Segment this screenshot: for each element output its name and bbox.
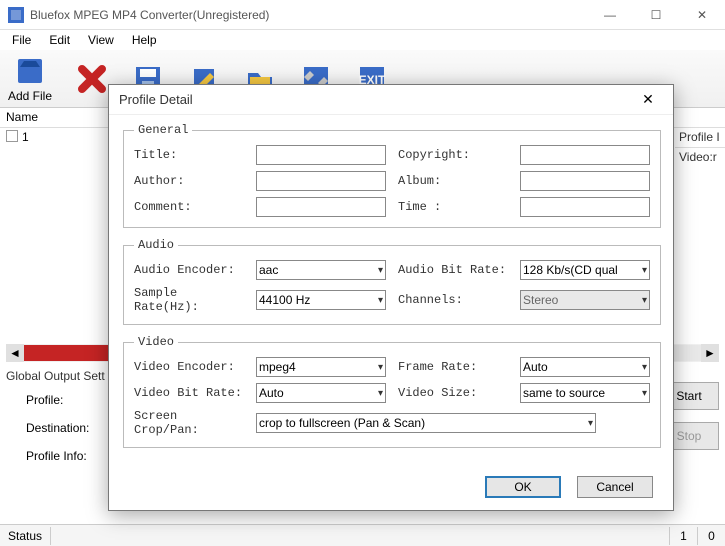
title-label: Title: <box>134 148 244 162</box>
cancel-button[interactable]: Cancel <box>577 476 653 498</box>
frame-rate-select[interactable]: Auto▾ <box>520 357 650 377</box>
chevron-down-icon: ▾ <box>642 388 647 399</box>
copyright-field[interactable] <box>520 145 650 165</box>
copyright-label: Copyright: <box>398 148 508 162</box>
title-field[interactable] <box>256 145 386 165</box>
chevron-down-icon: ▾ <box>642 265 647 276</box>
time-label: Time : <box>398 200 508 214</box>
chevron-down-icon: ▾ <box>378 265 383 276</box>
album-field[interactable] <box>520 171 650 191</box>
sample-rate-label: Sample Rate(Hz): <box>134 286 244 314</box>
video-encoder-select[interactable]: mpeg4▾ <box>256 357 386 377</box>
ok-button[interactable]: OK <box>485 476 561 498</box>
comment-field[interactable] <box>256 197 386 217</box>
audio-legend: Audio <box>134 238 178 252</box>
sample-rate-select[interactable]: 44100 Hz▾ <box>256 290 386 310</box>
audio-encoder-select[interactable]: aac▾ <box>256 260 386 280</box>
frame-rate-label: Frame Rate: <box>398 360 508 374</box>
video-bitrate-label: Video Bit Rate: <box>134 386 244 400</box>
audio-bitrate-select[interactable]: 128 Kb/s(CD qual▾ <box>520 260 650 280</box>
channels-label: Channels: <box>398 293 508 307</box>
video-bitrate-select[interactable]: Auto▾ <box>256 383 386 403</box>
screen-crop-select[interactable]: crop to fullscreen (Pan & Scan)▾ <box>256 413 596 433</box>
chevron-down-icon: ▾ <box>642 295 647 306</box>
album-label: Album: <box>398 174 508 188</box>
audio-encoder-label: Audio Encoder: <box>134 263 244 277</box>
general-group: General Title: Copyright: Author: Album:… <box>123 123 661 228</box>
audio-group: Audio Audio Encoder: aac▾ Audio Bit Rate… <box>123 238 661 325</box>
video-size-select[interactable]: same to source▾ <box>520 383 650 403</box>
dialog-close-button[interactable]: ✕ <box>633 85 663 115</box>
chevron-down-icon: ▾ <box>378 295 383 306</box>
time-field[interactable] <box>520 197 650 217</box>
chevron-down-icon: ▾ <box>588 418 593 429</box>
comment-label: Comment: <box>134 200 244 214</box>
chevron-down-icon: ▾ <box>642 362 647 373</box>
dialog-title: Profile Detail <box>119 92 633 107</box>
author-label: Author: <box>134 174 244 188</box>
chevron-down-icon: ▾ <box>378 388 383 399</box>
video-legend: Video <box>134 335 178 349</box>
chevron-down-icon: ▾ <box>378 362 383 373</box>
channels-select[interactable]: Stereo▾ <box>520 290 650 310</box>
video-size-label: Video Size: <box>398 386 508 400</box>
modal-overlay: Profile Detail ✕ General Title: Copyrigh… <box>0 0 725 546</box>
video-encoder-label: Video Encoder: <box>134 360 244 374</box>
author-field[interactable] <box>256 171 386 191</box>
audio-bitrate-label: Audio Bit Rate: <box>398 263 508 277</box>
profile-detail-dialog: Profile Detail ✕ General Title: Copyrigh… <box>108 84 674 511</box>
screen-crop-label: Screen Crop/Pan: <box>134 409 244 437</box>
video-group: Video Video Encoder: mpeg4▾ Frame Rate: … <box>123 335 661 448</box>
general-legend: General <box>134 123 192 137</box>
